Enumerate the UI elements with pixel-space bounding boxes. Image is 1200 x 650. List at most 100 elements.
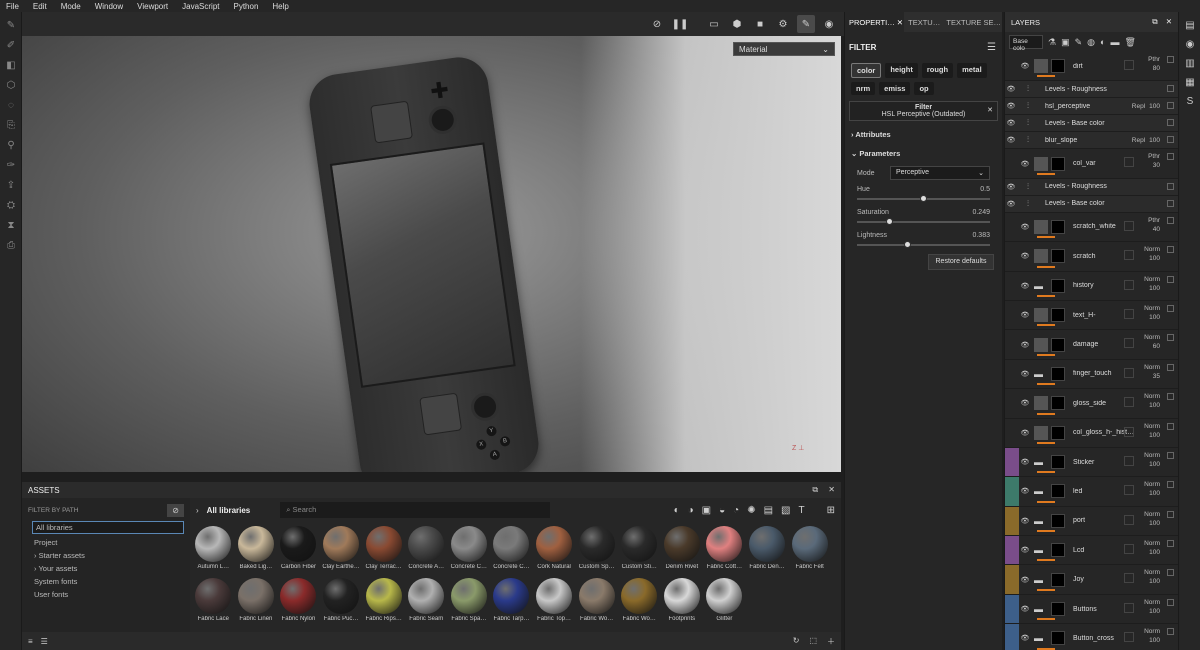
layer-checkbox[interactable] [1167, 363, 1174, 371]
asset-thumbnail[interactable]: Fabric Nylon [277, 578, 320, 628]
layer-option-box[interactable] [1124, 602, 1134, 613]
layer-option-box[interactable] [1124, 455, 1134, 466]
eye-icon[interactable]: 👁 [1019, 223, 1031, 231]
layer-option-box[interactable] [1124, 514, 1134, 525]
blend-mode[interactable]: Norm 35 [1144, 363, 1160, 381]
hue-value[interactable]: 0.5 [980, 186, 990, 193]
menu-viewport[interactable]: Viewport [137, 2, 168, 11]
eye-icon[interactable]: 👁 [1019, 487, 1031, 495]
hue-slider-knob[interactable] [919, 195, 927, 202]
opacity-value[interactable]: 100 [1144, 636, 1160, 645]
import-icon[interactable]: ⬚ [809, 636, 817, 647]
layer-row[interactable]: 👁 scratch Norm 100 [1005, 242, 1178, 272]
brush-filter-icon[interactable]: ▤ [764, 505, 773, 516]
tree-project[interactable]: Project [22, 536, 190, 549]
3d-viewport[interactable]: ✚ Y X B A Material ⌄ Z ⊥ [22, 36, 841, 472]
eye-icon[interactable]: 👁 [1019, 429, 1031, 437]
saturation-value[interactable]: 0.249 [972, 209, 990, 216]
asset-thumbnail[interactable]: Fabric Den… [746, 526, 789, 576]
delete-icon[interactable]: 🗑 [1124, 37, 1135, 48]
menu-edit[interactable]: Edit [33, 2, 47, 11]
channel-metal[interactable]: metal [957, 63, 987, 78]
mask-thumbnail[interactable] [1051, 513, 1065, 528]
layer-checkbox[interactable] [1167, 569, 1174, 577]
opacity-value[interactable]: 100 [1149, 137, 1160, 144]
mask-thumbnail[interactable] [1051, 484, 1065, 499]
layer-checkbox[interactable] [1167, 153, 1174, 161]
layer-option-box[interactable] [1124, 426, 1134, 437]
viewport-material-select[interactable]: Material ⌄ [733, 42, 835, 56]
mask-thumbnail[interactable] [1051, 249, 1065, 264]
geometry-mask-icon[interactable]: ⛭ [4, 198, 18, 212]
mask-icon[interactable]: ▣ [1061, 37, 1070, 48]
asset-thumbnail[interactable]: Fabric Tarp… [490, 578, 533, 628]
eye-icon[interactable]: 👁 [1019, 341, 1031, 349]
effect-icon[interactable]: ⚗ [1048, 37, 1056, 48]
layer-option-box[interactable] [1124, 485, 1134, 496]
opacity-value[interactable]: 100 [1149, 103, 1160, 110]
close-icon[interactable]: ✕ [828, 485, 835, 494]
camera-icon[interactable]: ■ [751, 15, 769, 33]
eye-icon[interactable]: 👁 [1019, 282, 1031, 290]
blend-mode[interactable]: Norm 100 [1144, 568, 1160, 586]
asset-thumbnail[interactable]: Fabric Lace [192, 578, 235, 628]
layer-row[interactable]: 👁 dirt Pthr 80 [1005, 52, 1178, 82]
layer-row[interactable]: 👁 ▬ Lcd Norm 100 [1005, 536, 1178, 566]
export-icon[interactable]: ⎙ [4, 238, 18, 252]
eye-icon[interactable]: 👁 [1005, 85, 1017, 93]
eye-icon[interactable]: 👁 [1019, 252, 1031, 260]
layer-checkbox[interactable] [1167, 182, 1174, 190]
screenshot-icon[interactable]: ◉ [820, 15, 838, 33]
layer-checkbox[interactable] [1167, 199, 1174, 207]
undock-icon[interactable]: ⧉ [812, 485, 818, 494]
mask-thumbnail[interactable] [1051, 59, 1065, 74]
blend-mode[interactable]: Norm 100 [1144, 451, 1160, 469]
layer-option-box[interactable] [1124, 157, 1134, 168]
attributes-section[interactable]: › Attributes [845, 125, 1002, 144]
blend-mode[interactable]: Norm 60 [1144, 333, 1160, 351]
breadcrumb[interactable]: All libraries [207, 506, 251, 515]
mask-thumbnail[interactable] [1051, 308, 1065, 323]
layer-checkbox[interactable] [1167, 246, 1174, 254]
material-picker-icon[interactable]: ✑ [4, 158, 18, 172]
layer-option-box[interactable] [1124, 338, 1134, 349]
eye-icon[interactable]: 👁 [1019, 160, 1031, 168]
eye-icon[interactable]: 👁 [1019, 546, 1031, 554]
asset-thumbnail[interactable]: Fabric Rips… [362, 578, 405, 628]
mask-filter-icon[interactable]: ◒ [719, 505, 725, 516]
effect-row[interactable]: 👁 ⫶ Levels - Base color [1005, 115, 1178, 133]
blend-mode[interactable]: Norm 100 [1144, 275, 1160, 293]
opacity-value[interactable]: 100 [1144, 254, 1160, 263]
blend-mode[interactable]: Norm 100 [1144, 539, 1160, 557]
eye-icon[interactable]: 👁 [1005, 183, 1017, 191]
projection-icon[interactable]: ◧ [4, 58, 18, 72]
mask-thumbnail[interactable] [1051, 219, 1065, 234]
layer-checkbox[interactable] [1167, 393, 1174, 401]
eye-icon[interactable]: 👁 [1005, 200, 1017, 208]
restore-defaults-button[interactable]: Restore defaults [928, 254, 994, 270]
asset-thumbnail[interactable]: Fabric Wo… [575, 578, 618, 628]
asset-thumbnail[interactable]: Fabric Top… [533, 578, 576, 628]
substance-icon[interactable]: S [1183, 96, 1197, 110]
channel-rough[interactable]: rough [921, 63, 954, 78]
mask-thumbnail[interactable] [1051, 602, 1065, 617]
layer-option-box[interactable] [1124, 60, 1134, 70]
add-mask-icon[interactable]: ◐ [1100, 37, 1105, 47]
layer-option-box[interactable] [1124, 397, 1134, 408]
layer-row[interactable]: 👁 ▬ port Norm 100 [1005, 506, 1178, 537]
asset-thumbnail[interactable]: Concrete A… [405, 526, 448, 576]
opacity-value[interactable]: 40 [1148, 225, 1160, 234]
effect-row[interactable]: 👁 ⫶ blur_slope Repl 100 [1005, 132, 1178, 150]
lightness-slider-knob[interactable] [903, 241, 911, 248]
asset-thumbnail[interactable]: Fabric Felt [788, 526, 831, 576]
layer-checkbox[interactable] [1167, 422, 1174, 430]
hide-ui-icon[interactable]: ⊘ [648, 15, 666, 33]
mode-select[interactable]: Perceptive ⌄ [890, 166, 990, 180]
opacity-value[interactable]: 100 [1144, 489, 1160, 498]
layer-row[interactable]: 👁 ▬ history Norm 100 [1005, 272, 1178, 301]
eye-icon[interactable]: 👁 [1019, 605, 1031, 613]
layer-row[interactable]: 👁 ▬ finger_touch Norm 35 [1005, 360, 1178, 390]
opacity-value[interactable]: 30 [1148, 161, 1160, 170]
asset-thumbnail[interactable]: Custom Sti… [618, 526, 661, 576]
mask-thumbnail[interactable] [1051, 572, 1065, 587]
